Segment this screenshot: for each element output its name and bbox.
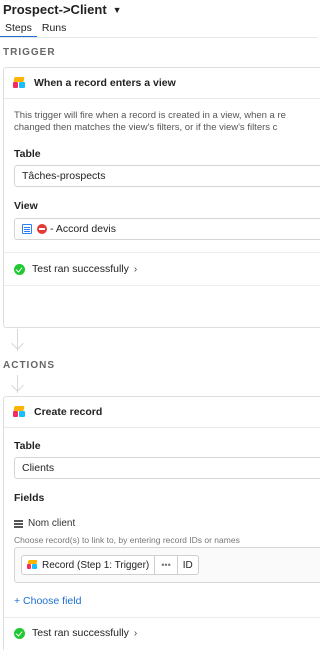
check-circle-icon bbox=[14, 627, 25, 639]
long-text-field-icon bbox=[14, 520, 23, 527]
trigger-view-value: - Accord devis bbox=[50, 223, 116, 235]
more-icon[interactable]: ••• bbox=[155, 555, 178, 575]
record-token-field[interactable]: ID bbox=[177, 555, 199, 575]
check-circle-icon bbox=[14, 263, 25, 275]
trigger-card-header[interactable]: When a record enters a view bbox=[4, 68, 320, 99]
trigger-table-label: Table bbox=[14, 148, 41, 160]
tab-steps[interactable]: Steps bbox=[0, 20, 37, 38]
header: Prospect->Client ▼ Steps Runs bbox=[0, 0, 317, 38]
trigger-test-status[interactable]: Test ran successfully › bbox=[14, 263, 137, 275]
action-card-header[interactable]: Create record bbox=[4, 397, 320, 428]
action-table-select[interactable]: Clients bbox=[14, 457, 320, 479]
action-divider bbox=[4, 617, 320, 618]
caret-down-icon: ▼ bbox=[112, 4, 122, 15]
actions-section-label: ACTIONS bbox=[3, 360, 55, 371]
automation-title: Prospect->Client bbox=[3, 2, 107, 17]
trigger-status-text: Test ran successfully bbox=[32, 263, 129, 275]
chevron-right-icon: › bbox=[133, 263, 138, 275]
field-value-input[interactable]: Record (Step 1: Trigger) ••• ID bbox=[14, 547, 320, 583]
trigger-view-select[interactable]: - Accord devis bbox=[14, 218, 320, 240]
automation-title-dropdown[interactable]: Prospect->Client ▼ bbox=[3, 2, 122, 17]
action-test-status[interactable]: Test ran successfully › bbox=[14, 627, 137, 639]
tab-runs[interactable]: Runs bbox=[37, 20, 72, 38]
airtable-logo-icon bbox=[13, 77, 26, 89]
field-hint: Choose record(s) to link to, by entering… bbox=[14, 535, 240, 545]
arrow-down-icon-2 bbox=[11, 379, 24, 392]
field-name: Nom client bbox=[28, 518, 76, 529]
action-table-value: Clients bbox=[22, 462, 55, 474]
record-token-source[interactable]: Record (Step 1: Trigger) bbox=[21, 555, 156, 575]
field-nom-client-label: Nom client bbox=[14, 518, 75, 529]
action-title: Create record bbox=[34, 406, 103, 418]
trigger-section-label: TRIGGER bbox=[3, 47, 56, 58]
action-table-label: Table bbox=[14, 440, 41, 452]
trigger-description-line-2: changed then matches the view's filters,… bbox=[14, 122, 278, 133]
grid-view-icon bbox=[22, 224, 32, 234]
no-entry-emoji-icon bbox=[37, 224, 47, 234]
airtable-logo-icon bbox=[27, 560, 38, 570]
record-token-label: Record (Step 1: Trigger) bbox=[42, 559, 150, 571]
fields-label: Fields bbox=[14, 492, 45, 504]
trigger-table-select[interactable]: Tâches-prospects bbox=[14, 165, 320, 187]
record-token[interactable]: Record (Step 1: Trigger) ••• ID bbox=[21, 555, 199, 575]
trigger-card[interactable]: When a record enters a view This trigger… bbox=[3, 67, 320, 328]
action-card[interactable]: Create record Table Clients Fields Nom c… bbox=[3, 396, 320, 650]
trigger-footer-divider bbox=[4, 285, 320, 286]
trigger-table-value: Tâches-prospects bbox=[22, 170, 106, 182]
choose-field-link[interactable]: + Choose field bbox=[14, 595, 81, 607]
chevron-right-icon: › bbox=[133, 627, 138, 639]
action-status-text: Test ran successfully bbox=[32, 627, 129, 639]
trigger-divider bbox=[4, 252, 320, 253]
arrow-down-icon bbox=[11, 337, 24, 350]
tab-bar: Steps Runs bbox=[0, 20, 317, 38]
airtable-logo-icon bbox=[13, 406, 26, 418]
trigger-description-line-1: This trigger will fire when a record is … bbox=[14, 110, 286, 121]
tab-divider bbox=[0, 37, 317, 38]
trigger-title: When a record enters a view bbox=[34, 77, 176, 89]
trigger-view-label: View bbox=[14, 200, 38, 212]
